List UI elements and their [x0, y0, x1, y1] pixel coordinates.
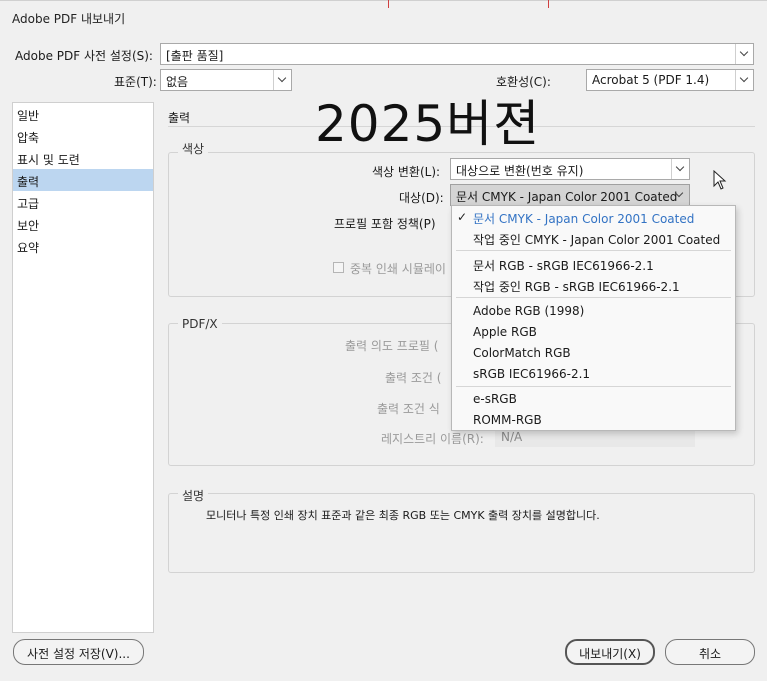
output-intent-label: 출력 의도 프로필 ( [345, 339, 439, 353]
window-title: Adobe PDF 내보내기 [12, 12, 126, 26]
color-conversion-select[interactable]: 대상으로 변환(번호 유지) [450, 158, 690, 180]
preset-value: [출판 품질] [166, 49, 224, 63]
sidebar-item-summary[interactable]: 요약 [13, 235, 153, 257]
pdfx-group-legend: PDF/X [178, 317, 222, 331]
output-condition-label: 출력 조건 ( [385, 371, 442, 385]
menu-separator [456, 297, 731, 298]
menu-item-e-srgb[interactable]: e-sRGB [473, 392, 517, 406]
compatibility-select[interactable]: Acrobat 5 (PDF 1.4) [586, 69, 754, 91]
checkmark-icon: ✓ [457, 210, 468, 224]
menu-item-romm-rgb[interactable]: ROMM-RGB [473, 413, 542, 427]
standard-label: 표준(T): [114, 75, 157, 89]
menu-item-colormatch-rgb[interactable]: ColorMatch RGB [473, 346, 571, 360]
window-edge-marker [388, 0, 389, 8]
compatibility-value: Acrobat 5 (PDF 1.4) [592, 73, 710, 87]
menu-item-adobe-rgb[interactable]: Adobe RGB (1998) [473, 304, 584, 318]
destination-label: 대상(D): [399, 191, 444, 205]
standard-value: 없음 [166, 75, 189, 89]
panel-title: 출력 [168, 111, 191, 125]
chevron-down-icon[interactable] [671, 185, 689, 205]
category-sidebar: 일반 압축 표시 및 도련 출력 고급 보안 요약 [12, 102, 154, 633]
overprint-checkbox[interactable] [333, 262, 344, 273]
menu-item-document-rgb[interactable]: 문서 RGB - sRGB IEC61966-2.1 [473, 257, 654, 274]
destination-select[interactable]: 문서 CMYK - Japan Color 2001 Coated [450, 184, 690, 206]
cancel-button[interactable]: 취소 [665, 639, 755, 665]
output-condition-id-label: 출력 조건 식 [377, 402, 440, 416]
chevron-down-icon[interactable] [671, 159, 689, 179]
sidebar-item-compression[interactable]: 압축 [13, 125, 153, 147]
export-button[interactable]: 내보내기(X) [565, 639, 655, 665]
window-edge-marker [548, 0, 549, 8]
overlay-version-text: 2025버젼 [315, 95, 541, 153]
menu-separator [456, 386, 731, 387]
preset-label: Adobe PDF 사전 설정(S): [15, 49, 153, 63]
sidebar-item-general[interactable]: 일반 [13, 103, 153, 125]
color-conversion-value: 대상으로 변환(번호 유지) [456, 164, 584, 178]
save-preset-button[interactable]: 사전 설정 저장(V)... [13, 639, 144, 665]
sidebar-item-marks-bleeds[interactable]: 표시 및 도련 [13, 147, 153, 169]
destination-value: 문서 CMYK - Japan Color 2001 Coated [456, 190, 678, 204]
preset-select[interactable]: [출판 품질] [160, 43, 754, 65]
menu-item-working-cmyk[interactable]: 작업 중인 CMYK - Japan Color 2001 Coated [473, 231, 720, 248]
registry-name-label: 레지스트리 이름(R): [381, 432, 484, 446]
profile-policy-label: 프로필 포함 정책(P) [334, 217, 436, 231]
sidebar-item-output[interactable]: 출력 [13, 169, 153, 191]
destination-dropdown-menu: ✓ 문서 CMYK - Japan Color 2001 Coated 작업 중… [451, 205, 736, 431]
chevron-down-icon[interactable] [735, 70, 753, 90]
menu-item-working-rgb[interactable]: 작업 중인 RGB - sRGB IEC61966-2.1 [473, 278, 680, 295]
menu-separator [456, 250, 731, 251]
sidebar-item-security[interactable]: 보안 [13, 213, 153, 235]
standard-select[interactable]: 없음 [160, 69, 292, 91]
overprint-label: 중복 인쇄 시뮬레이 [350, 262, 446, 276]
menu-item-apple-rgb[interactable]: Apple RGB [473, 325, 537, 339]
chevron-down-icon[interactable] [735, 44, 753, 64]
mouse-pointer-icon [713, 170, 727, 190]
color-conversion-label: 색상 변환(L): [372, 165, 441, 179]
description-text: 모니터나 특정 인쇄 장치 표준과 같은 최종 RGB 또는 CMYK 출력 장… [206, 509, 600, 522]
menu-item-document-cmyk[interactable]: 문서 CMYK - Japan Color 2001 Coated [473, 210, 694, 227]
color-group-legend: 색상 [178, 140, 209, 157]
window-top-border [0, 0, 767, 1]
description-group [168, 493, 755, 573]
description-group-legend: 설명 [178, 487, 209, 504]
menu-item-srgb[interactable]: sRGB IEC61966-2.1 [473, 367, 590, 381]
sidebar-item-advanced[interactable]: 고급 [13, 191, 153, 213]
chevron-down-icon[interactable] [273, 70, 291, 90]
